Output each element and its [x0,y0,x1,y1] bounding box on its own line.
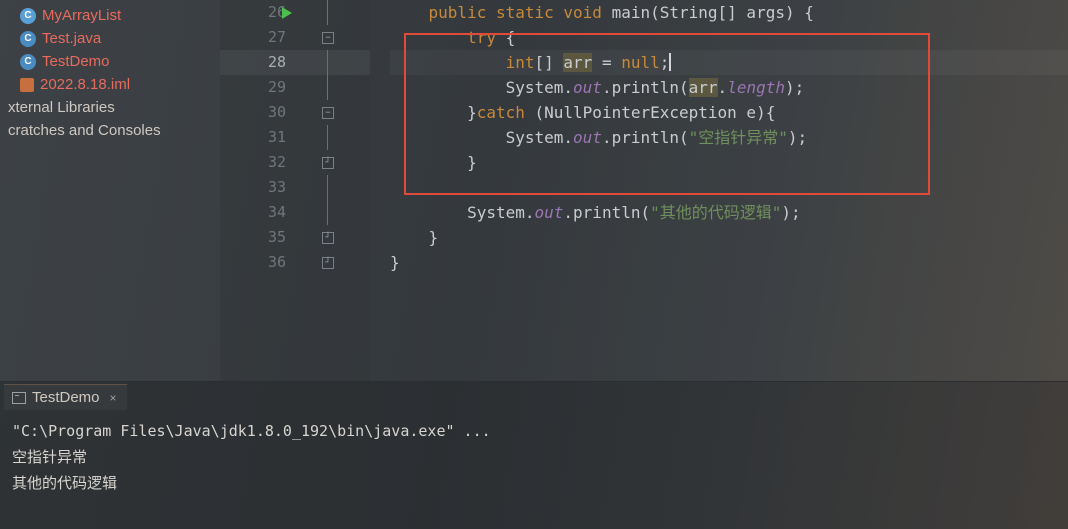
console-line: "C:\Program Files\Java\jdk1.8.0_192\bin\… [12,422,491,440]
line-number: 27 [268,25,286,50]
tree-item-label: MyArrayList [42,7,121,24]
code-line[interactable]: }catch (NullPointerException e){ [390,100,1068,125]
gutter-line[interactable]: 36 ┘ [220,250,370,275]
close-icon[interactable]: × [110,391,117,405]
line-number: 30 [268,100,286,125]
tree-item-label: 2022.8.18.iml [40,76,130,93]
code-line[interactable]: System.out.println("其他的代码逻辑"); [390,200,1068,225]
gutter-line[interactable]: 31 [220,125,370,150]
code-line[interactable]: try { [390,25,1068,50]
tree-item-testdemo[interactable]: C TestDemo [0,50,220,73]
run-console: TestDemo × "C:\Program Files\Java\jdk1.8… [0,381,1068,529]
class-icon: C [20,54,36,70]
line-number: 36 [268,250,286,275]
tree-item-external-libraries[interactable]: xternal Libraries [0,96,220,119]
code-line[interactable]: } [390,150,1068,175]
tree-item-label: Test.java [42,30,101,47]
tree-item-test-java[interactable]: C Test.java [0,27,220,50]
fold-line-icon [327,75,328,100]
fold-line-icon [327,200,328,225]
code-editor[interactable]: public static void main(String[] args) {… [370,0,1068,381]
fold-line-icon [327,0,328,25]
fold-minus-icon[interactable]: − [322,107,334,119]
console-output[interactable]: "C:\Program Files\Java\jdk1.8.0_192\bin\… [0,410,1068,529]
code-line[interactable]: int[] arr = null; [390,50,1068,75]
editor-gutter: 26 27 − 28 29 30 − 31 [220,0,370,381]
fold-end-icon[interactable]: ┘ [322,257,334,269]
fold-line-icon [327,125,328,150]
line-number: 28 [268,50,286,75]
gutter-line[interactable]: 30 − [220,100,370,125]
code-line[interactable]: } [390,250,1068,275]
gutter-line[interactable]: 32 ┘ [220,150,370,175]
project-tree: C MyArrayList C Test.java C TestDemo 202… [0,0,220,381]
console-line: 其他的代码逻辑 [12,474,117,492]
line-number: 29 [268,75,286,100]
line-number: 35 [268,225,286,250]
run-icon[interactable] [282,7,292,19]
terminal-icon [12,392,26,404]
code-line[interactable]: } [390,225,1068,250]
tree-item-myarraylist[interactable]: C MyArrayList [0,4,220,27]
fold-end-icon[interactable]: ┘ [322,232,334,244]
console-line: 空指针异常 [12,448,87,466]
gutter-line[interactable]: 35 ┘ [220,225,370,250]
console-tab-testdemo[interactable]: TestDemo × [4,384,127,410]
text-cursor [669,53,671,71]
fold-minus-icon[interactable]: − [322,32,334,44]
tree-item-label: cratches and Consoles [8,122,161,139]
line-number: 34 [268,200,286,225]
gutter-line[interactable]: 27 − [220,25,370,50]
gutter-line[interactable]: 34 [220,200,370,225]
code-line[interactable]: public static void main(String[] args) { [390,0,1068,25]
tree-item-iml[interactable]: 2022.8.18.iml [0,73,220,96]
console-tab-label: TestDemo [32,389,100,406]
fold-end-icon[interactable]: ┘ [322,157,334,169]
tree-item-scratches[interactable]: cratches and Consoles [0,119,220,142]
console-tabs: TestDemo × [0,382,1068,410]
gutter-line[interactable]: 33 [220,175,370,200]
class-icon: C [20,8,36,24]
code-line[interactable] [390,175,1068,200]
fold-line-icon [327,175,328,200]
code-line[interactable]: System.out.println("空指针异常"); [390,125,1068,150]
gutter-line[interactable]: 26 [220,0,370,25]
class-icon: C [20,31,36,47]
iml-icon [20,78,34,92]
tree-item-label: xternal Libraries [8,99,115,116]
fold-line-icon [327,50,328,75]
gutter-line[interactable]: 29 [220,75,370,100]
line-number: 32 [268,150,286,175]
code-line[interactable]: System.out.println(arr.length); [390,75,1068,100]
line-number: 33 [268,175,286,200]
tree-item-label: TestDemo [42,53,110,70]
line-number: 31 [268,125,286,150]
gutter-line[interactable]: 28 [220,50,370,75]
